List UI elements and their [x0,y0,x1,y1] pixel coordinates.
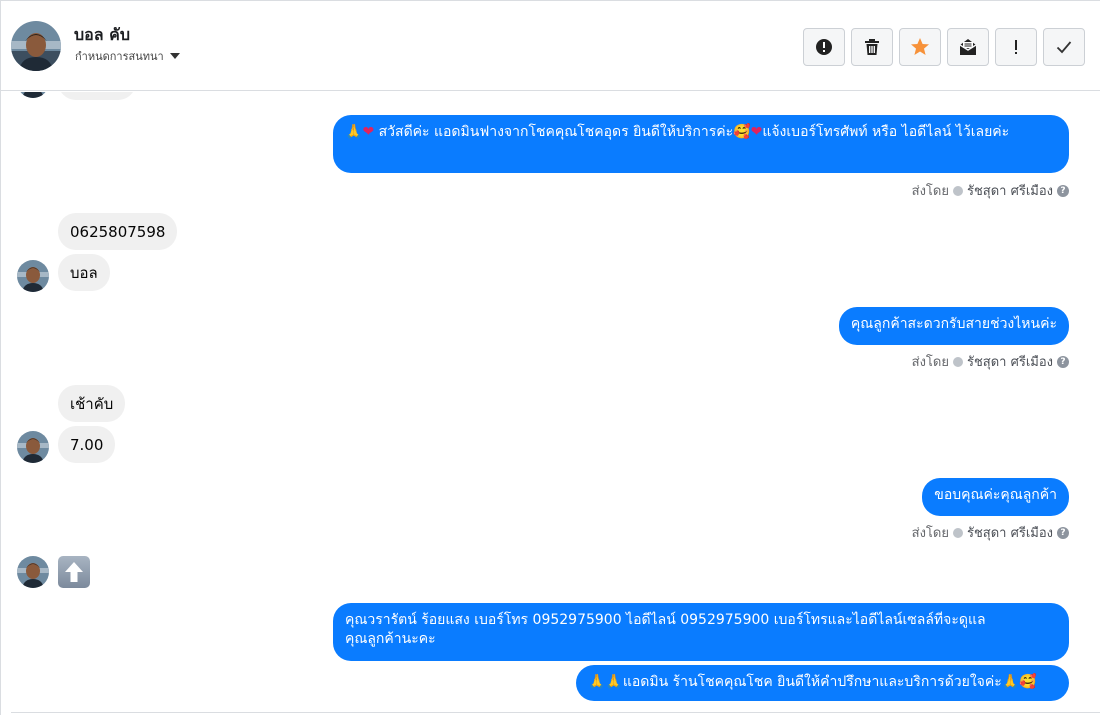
sent-by-label: ส่งโดย รัชสุดา ศรีเมือง ? [912,180,1069,201]
trash-icon [865,39,879,55]
agent-icon [952,356,963,367]
agent-icon [952,527,963,538]
important-button[interactable] [995,28,1037,66]
incoming-message[interactable]: เช้าคับ [58,385,126,422]
done-button[interactable] [1043,28,1085,66]
contact-avatar-small [17,431,49,463]
sent-by-agent[interactable]: รัชสุดา ศรีเมือง [967,351,1053,372]
composer-divider [11,712,1100,713]
message-text-cont: แจ้งเบอร์โทรศัพท์ หรือ ไอดีไลน์ ไว้เลยค่… [762,124,1010,140]
sent-by-prefix: ส่งโดย [911,355,949,370]
message-text: สวัสดีค่ะ แอดมินฟางจากโชคคุณโชคอุดร ยินด… [374,124,734,140]
sent-by-label: ส่งโดย รัชสุดา ศรีเมือง ? [912,522,1069,543]
envelope-open-icon [959,39,977,55]
contact-avatar[interactable] [11,21,61,71]
outgoing-message[interactable]: คุณลูกค้าสะดวกรับสายช่วงไหนค่ะ [838,307,1069,345]
pray-emoji: 🙏🙏 [588,674,623,690]
message-text: คุณวรารัตน์ ร้อยแสง เบอร์โทร 0952975900 … [345,612,986,628]
contact-avatar-small [17,92,49,98]
help-icon[interactable]: ? [1057,184,1069,197]
contact-avatar-small [17,556,49,588]
incoming-message[interactable]: 0625807598 [58,213,178,250]
help-icon[interactable]: ? [1057,526,1069,539]
heart-emoji: ❤ [362,124,375,140]
alert-circle-icon [816,39,832,55]
sent-by-prefix: ส่งโดย [911,526,949,541]
sent-by-agent[interactable]: รัชสุดา ศรีเมือง [967,180,1053,201]
blush-emoji: 🥰 [733,124,751,140]
incoming-message[interactable]: บอล [58,254,110,291]
heart-emoji: ❤ [750,124,763,140]
star-icon [911,38,929,55]
pray-emoji: 🙏 [345,124,363,140]
arrow-up-icon[interactable] [58,556,90,588]
incoming-message[interactable]: 7.00 [58,426,116,463]
outgoing-message[interactable]: 🙏❤ สวัสดีค่ะ แอดมินฟางจากโชคคุณโชคอุดร ย… [333,115,1069,173]
agent-icon [952,185,963,196]
check-icon [1056,41,1072,54]
blush-emoji: 🥰 [1019,674,1037,690]
message-text: แอดมิน ร้านโชคคุณโชค ยินดีให้คำปรึกษาและ… [622,674,1002,690]
exclamation-icon [1015,40,1017,54]
sent-by-prefix: ส่งโดย [911,184,949,199]
message-thread[interactable]: 🙏❤ สวัสดีค่ะ แอดมินฟางจากโชคคุณโชคอุดร ย… [1,92,1100,712]
outgoing-message[interactable]: ขอบคุณค่ะคุณลูกค้า [922,478,1069,516]
contact-name[interactable]: บอล คับ [74,23,130,48]
sent-by-agent[interactable]: รัชสุดา ศรีเมือง [967,522,1053,543]
header-toolbar [803,28,1085,66]
help-icon[interactable]: ? [1057,355,1069,368]
sent-by-label: ส่งโดย รัชสุดา ศรีเมือง ? [912,351,1069,372]
mark-unread-button[interactable] [947,28,989,66]
assign-conversation-label: กำหนดการสนทนา [75,50,164,63]
caret-down-icon [169,53,180,59]
star-button[interactable] [899,28,941,66]
conversation-view: บอล คับ กำหนดการสนทนา 🙏❤ สวัสดีค่ะ แอดมิ… [0,0,1100,715]
pray-emoji: 🙏 [1001,674,1020,690]
incoming-message[interactable] [58,92,136,100]
assign-conversation-dropdown[interactable]: กำหนดการสนทนา [75,47,180,65]
conversation-header: บอล คับ กำหนดการสนทนา [1,1,1100,91]
contact-avatar-small [17,260,49,292]
report-button[interactable] [803,28,845,66]
delete-button[interactable] [851,28,893,66]
outgoing-message[interactable]: 🙏🙏แอดมิน ร้านโชคคุณโชค ยินดีให้คำปรึกษาแ… [576,665,1069,701]
outgoing-message[interactable]: คุณวรารัตน์ ร้อยแสง เบอร์โทร 0952975900 … [333,603,1069,661]
message-text-cont: คุณลูกค้านะคะ [345,631,436,647]
